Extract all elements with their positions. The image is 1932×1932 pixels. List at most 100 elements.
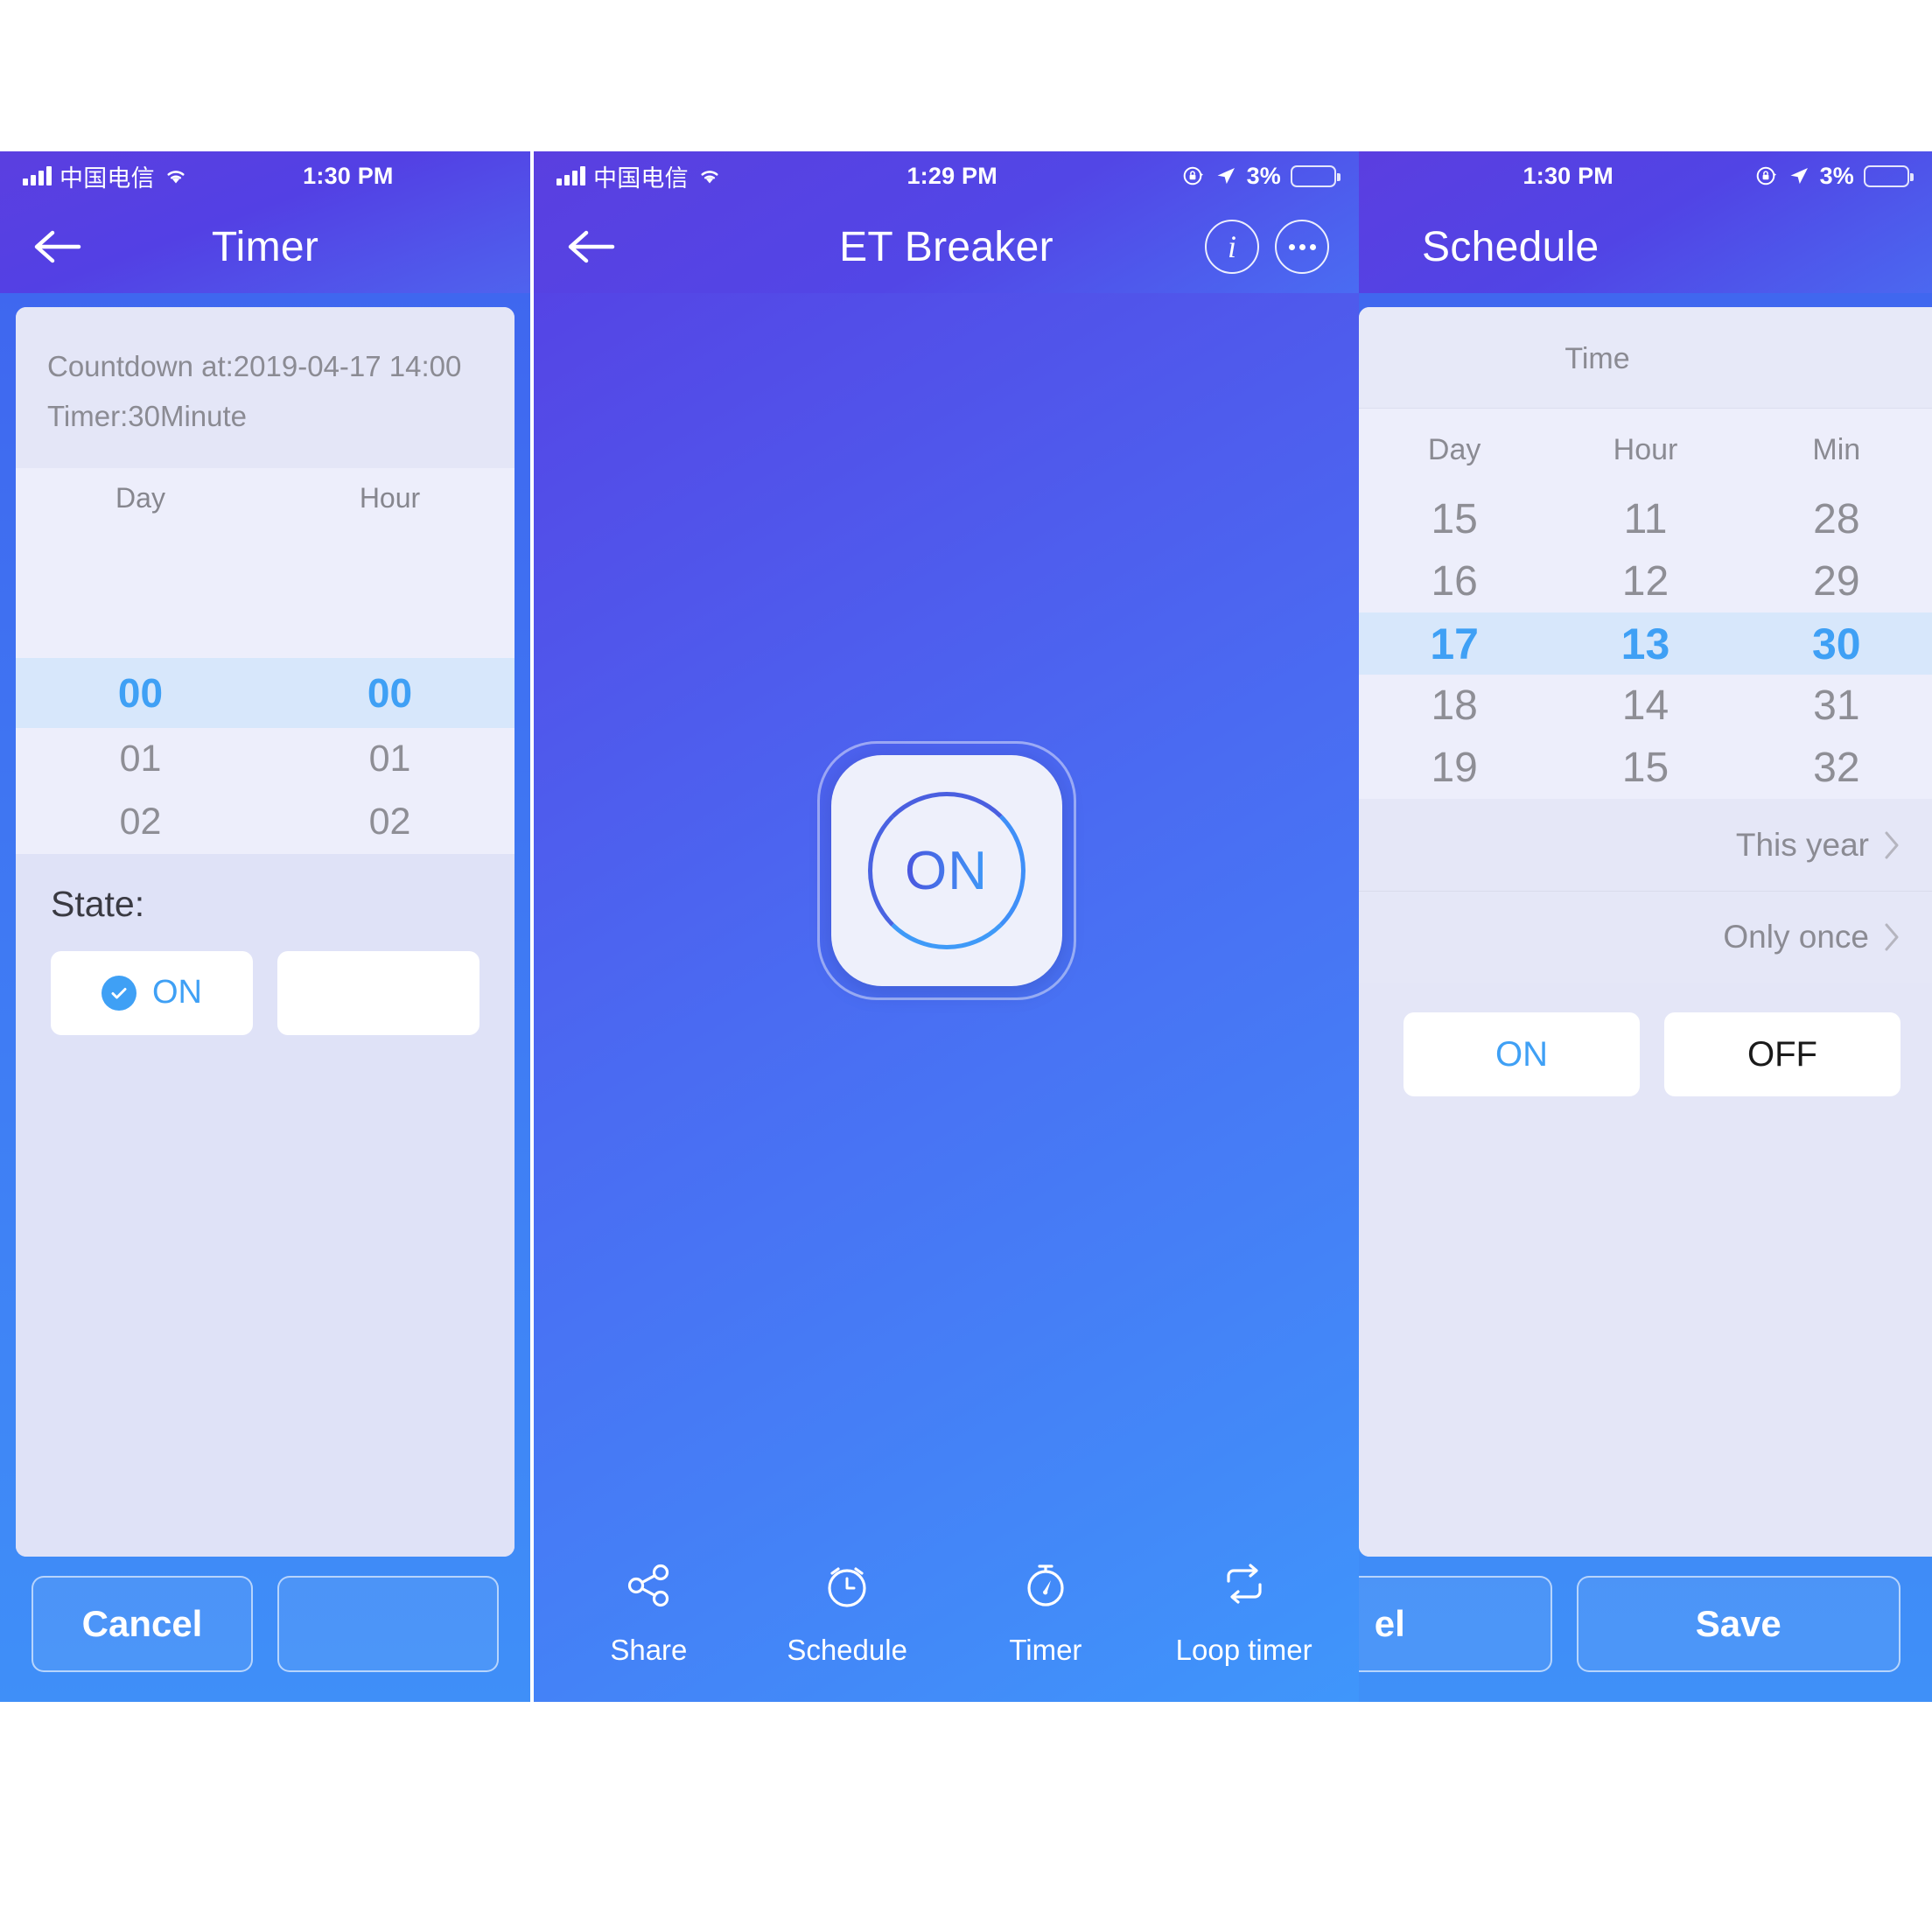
power-ring-icon: ON — [867, 792, 1026, 949]
stopwatch-icon — [1018, 1553, 1073, 1618]
tab-loop-timer[interactable]: Loop timer — [1144, 1553, 1343, 1667]
tab-loop-timer-label: Loop timer — [1175, 1634, 1312, 1666]
rotation-lock-icon — [1755, 164, 1778, 187]
wifi-icon — [163, 166, 189, 186]
wheel-cell-hour: 00 — [367, 669, 413, 716]
wheel-cell-hour: 15 — [1621, 745, 1670, 791]
repeat-icon — [1217, 1553, 1271, 1618]
status-right: 3% — [1755, 162, 1914, 190]
wheel-row[interactable]: 15 11 28 — [1359, 488, 1932, 550]
wheel-cell-min: 32 — [1813, 745, 1860, 791]
status-time: 1:30 PM — [1522, 162, 1614, 189]
tab-timer[interactable]: Timer — [947, 1553, 1145, 1667]
status-time: 1:29 PM — [906, 162, 998, 189]
alarm-clock-icon — [820, 1553, 874, 1618]
battery-icon — [1291, 164, 1340, 187]
state-option-on[interactable]: ON — [51, 950, 253, 1035]
cancel-button[interactable]: el — [1359, 1576, 1552, 1672]
timer-footer: Cancel — [16, 1557, 514, 1702]
wheel-header-day: Day — [1427, 433, 1481, 466]
schedule-footer: el Save — [1359, 1557, 1932, 1702]
power-toggle-button[interactable]: ON — [830, 755, 1062, 986]
timer-picker-wheel[interactable]: 00 00 01 01 02 02 — [16, 531, 514, 854]
timer-card: Countdown at:2019-04-17 14:00 Timer:30Mi… — [16, 307, 514, 1557]
back-arrow-icon[interactable] — [30, 227, 82, 267]
repeat-frequency-row[interactable]: Only once — [1359, 891, 1932, 983]
wheel-header-min: Min — [1812, 433, 1861, 466]
save-button[interactable] — [277, 1576, 499, 1672]
wheel-row[interactable] — [16, 532, 514, 595]
timer-header: 中国电信 1:30 PM Timer — [0, 151, 530, 293]
state-label: State: — [51, 883, 145, 924]
battery-icon — [1864, 164, 1914, 187]
status-bar: 中国电信 1:29 PM 3% — [534, 151, 1359, 200]
status-bar: 中国电信 1:30 PM — [0, 151, 530, 200]
wheel-cell-hour: 12 — [1621, 558, 1670, 605]
wheel-cell-day: 19 — [1431, 745, 1478, 791]
status-bar: 1:30 PM 3% — [1359, 151, 1932, 200]
wifi-icon — [696, 166, 723, 186]
state-option-off[interactable]: OFF — [1664, 1012, 1900, 1096]
countdown-at-text: Countdown at:2019-04-17 14:00 — [47, 350, 462, 382]
schedule-picker-wheel[interactable]: 15 11 28 16 12 29 17 13 30 18 14 31 19 1… — [1359, 488, 1932, 799]
tab-share[interactable]: Share — [550, 1553, 748, 1667]
wheel-cell-hour: 02 — [368, 801, 411, 843]
power-state-label: ON — [905, 840, 988, 901]
nav-bar: Schedule — [1359, 200, 1932, 293]
wheel-cell-day: 17 — [1430, 619, 1479, 668]
wheel-cell-day: 01 — [119, 738, 162, 780]
save-button[interactable]: Save — [1576, 1576, 1900, 1672]
schedule-card: Time Day Hour Min 15 11 28 16 12 29 17 1… — [1359, 307, 1932, 1557]
repeat-frequency-value: Only once — [1723, 919, 1869, 955]
wheel-cell-day: 16 — [1431, 558, 1478, 605]
more-dots-icon[interactable] — [1275, 220, 1329, 274]
chevron-right-icon — [1883, 830, 1900, 860]
tab-schedule[interactable]: Schedule — [748, 1553, 947, 1667]
wheel-cell-min: 31 — [1813, 682, 1860, 729]
info-icon[interactable]: i — [1205, 220, 1259, 274]
page-title: Schedule — [1422, 223, 1600, 270]
device-header: 中国电信 1:29 PM 3% ET Breaker i — [534, 151, 1359, 293]
wheel-cell-day: 18 — [1431, 682, 1478, 729]
location-arrow-icon — [1214, 164, 1237, 187]
state-option-off[interactable] — [277, 950, 480, 1035]
schedule-wheel-headers: Day Hour Min — [1359, 409, 1932, 488]
nav-bar: ET Breaker i — [534, 200, 1359, 293]
wheel-row[interactable]: 02 02 — [16, 791, 514, 854]
schedule-state-options: ON OFF — [1359, 983, 1932, 1557]
battery-percent: 3% — [1819, 162, 1854, 189]
wheel-cell-min: 29 — [1813, 558, 1860, 605]
wheel-row[interactable]: 16 12 29 — [1359, 550, 1932, 612]
repeat-period-row[interactable]: This year — [1359, 799, 1932, 891]
status-right: 3% — [1182, 163, 1340, 190]
schedule-header: 1:30 PM 3% Schedule — [1359, 151, 1932, 293]
wheel-row-selected[interactable]: 17 13 30 — [1359, 612, 1932, 675]
time-label: Time — [1359, 307, 1932, 409]
wheel-cell-day: 15 — [1431, 496, 1478, 542]
wheel-row[interactable] — [16, 595, 514, 658]
timer-duration-text: Timer:30Minute — [47, 399, 248, 432]
nav-bar: Timer — [0, 200, 530, 293]
tab-timer-label: Timer — [1009, 1634, 1082, 1666]
signal-bars-icon — [23, 166, 52, 186]
wheel-row[interactable]: 01 01 — [16, 728, 514, 791]
device-body: ON Share Schedule Timer Loop timer — [534, 293, 1359, 1702]
state-section: State: ON — [16, 853, 514, 1557]
back-arrow-icon[interactable] — [564, 227, 616, 267]
wheel-cell-hour: 01 — [368, 738, 411, 780]
wheel-cell-min: 28 — [1813, 496, 1860, 542]
screenshot-stage: 中国电信 1:30 PM Timer Countdown at:2019-04-… — [0, 0, 1932, 1932]
timer-body: Countdown at:2019-04-17 14:00 Timer:30Mi… — [0, 293, 530, 1702]
wheel-row[interactable]: 19 15 32 — [1359, 737, 1932, 799]
wheel-cell-day: 00 — [117, 669, 164, 716]
state-option-on[interactable]: ON — [1404, 1012, 1640, 1096]
wheel-row[interactable]: 18 14 31 — [1359, 675, 1932, 737]
status-left: 中国电信 — [556, 159, 723, 193]
wheel-header-hour: Hour — [359, 481, 421, 514]
location-arrow-icon — [1788, 164, 1810, 187]
cancel-button[interactable]: Cancel — [32, 1576, 253, 1672]
device-screen: 中国电信 1:29 PM 3% ET Breaker i ON Share Sc… — [534, 151, 1359, 1702]
wheel-row-selected[interactable]: 00 00 — [16, 657, 514, 728]
status-time: 1:30 PM — [303, 162, 394, 189]
repeat-period-value: This year — [1735, 826, 1869, 863]
